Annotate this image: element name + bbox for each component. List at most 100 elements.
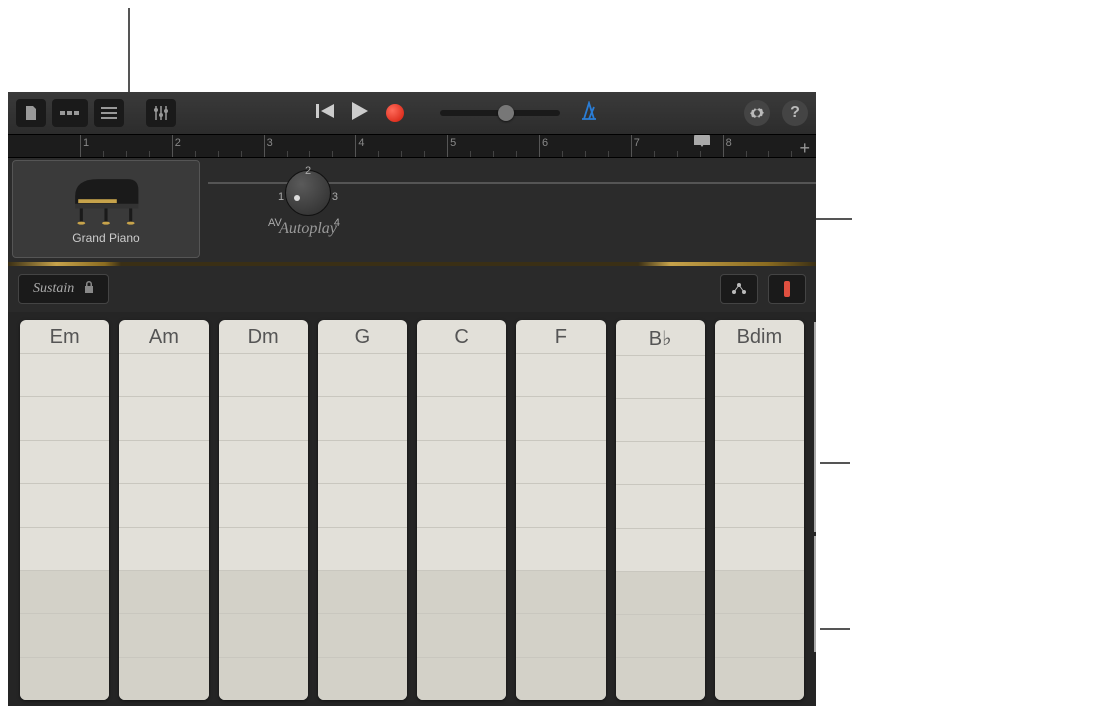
metronome-button[interactable] [580,101,598,126]
chord-segment-lower[interactable] [715,571,804,614]
chord-segment-lower[interactable] [318,658,407,700]
playhead[interactable] [694,135,710,147]
chord-segment-lower[interactable] [516,614,605,657]
keyboard-control-strip: Sustain [8,266,816,312]
chord-segment-lower[interactable] [715,658,804,700]
volume-thumb[interactable] [498,105,514,121]
chord-segment-upper[interactable] [715,528,804,571]
ruler-tick [562,151,563,157]
chord-segment-upper[interactable] [616,356,705,399]
chord-segment-upper[interactable] [119,484,208,527]
tracks-view-button[interactable] [52,99,88,127]
chord-segment-upper[interactable] [318,484,407,527]
chord-segment-upper[interactable] [219,354,308,397]
chord-segment-lower[interactable] [318,614,407,657]
chord-segment-upper[interactable] [616,399,705,442]
mixer-button[interactable] [146,99,176,127]
chord-segment-upper[interactable] [318,354,407,397]
sliders-icon [153,105,169,121]
record-button[interactable] [386,104,404,122]
chord-segment-upper[interactable] [20,484,109,527]
chord-segment-upper[interactable] [417,484,506,527]
chord-segment-upper[interactable] [715,354,804,397]
autoplay-knob[interactable]: AV 1 2 3 4 [285,170,331,216]
chord-segment-upper[interactable] [516,441,605,484]
chord-segment-lower[interactable] [119,614,208,657]
chord-segment-upper[interactable] [119,397,208,440]
chord-segment-lower[interactable] [119,571,208,614]
chord-segment-upper[interactable] [417,528,506,571]
chord-segment-lower[interactable] [219,658,308,700]
bar-line [264,135,265,157]
chord-segment-lower[interactable] [219,614,308,657]
arpeggiator-button[interactable] [720,274,758,304]
chord-strip[interactable]: F [516,320,605,700]
bar-number: 7 [634,137,640,149]
chord-segment-upper[interactable] [20,441,109,484]
chord-segment-lower[interactable] [616,615,705,658]
chord-segment-upper[interactable] [219,397,308,440]
rewind-button[interactable] [316,103,334,124]
chord-segment-upper[interactable] [516,528,605,571]
chord-segment-upper[interactable] [20,397,109,440]
chord-segment-upper[interactable] [616,529,705,572]
chord-segment-lower[interactable] [516,658,605,700]
sustain-button[interactable]: Sustain [18,274,109,304]
chord-segment-lower[interactable] [318,571,407,614]
chord-segment-upper[interactable] [516,354,605,397]
chord-segment-upper[interactable] [318,441,407,484]
chord-segment-upper[interactable] [119,528,208,571]
chord-segment-upper[interactable] [616,442,705,485]
chord-segment-upper[interactable] [516,397,605,440]
chord-segment-upper[interactable] [417,397,506,440]
chord-segment-lower[interactable] [20,614,109,657]
chord-segment-lower[interactable] [417,614,506,657]
chord-segment-upper[interactable] [318,397,407,440]
chord-segment-lower[interactable] [616,572,705,615]
chord-segment-lower[interactable] [417,571,506,614]
chord-segment-lower[interactable] [219,571,308,614]
chord-strip[interactable]: G [318,320,407,700]
chord-strip[interactable]: Em [20,320,109,700]
chord-segment-upper[interactable] [119,354,208,397]
chord-segment-upper[interactable] [219,441,308,484]
chord-strip[interactable]: C [417,320,506,700]
chord-segment-lower[interactable] [417,658,506,700]
ruler-tick [309,151,310,157]
gear-icon [749,105,765,121]
chord-segment-upper[interactable] [417,441,506,484]
instrument-tile[interactable]: Grand Piano [12,160,200,258]
settings-button[interactable] [744,100,770,126]
chord-segment-upper[interactable] [20,354,109,397]
chord-segment-upper[interactable] [715,397,804,440]
chord-segment-lower[interactable] [119,658,208,700]
chord-strip[interactable]: Dm [219,320,308,700]
chord-segment-upper[interactable] [516,484,605,527]
chord-segment-lower[interactable] [516,571,605,614]
chord-segment-upper[interactable] [119,441,208,484]
timeline-ruler[interactable]: 12345678 + [8,134,816,158]
chord-segment-lower[interactable] [20,571,109,614]
chord-segment-lower[interactable] [20,658,109,700]
chord-segment-upper[interactable] [715,484,804,527]
master-volume-slider[interactable] [440,110,560,116]
chord-strip[interactable]: Am [119,320,208,700]
play-button[interactable] [352,102,368,125]
chord-segment-lower[interactable] [616,658,705,700]
chord-segment-upper[interactable] [616,485,705,528]
chord-segment-upper[interactable] [20,528,109,571]
chord-segment-upper[interactable] [715,441,804,484]
chord-segment-upper[interactable] [219,528,308,571]
glissando-button[interactable] [768,274,806,304]
chord-segment-upper[interactable] [417,354,506,397]
help-button[interactable]: ? [782,100,808,126]
chord-label: F [516,320,605,354]
browser-button[interactable] [16,99,46,127]
chord-segment-lower[interactable] [715,614,804,657]
list-view-button[interactable] [94,99,124,127]
chord-segment-upper[interactable] [318,528,407,571]
add-track-button[interactable]: + [799,138,810,159]
chord-segment-upper[interactable] [219,484,308,527]
chord-strip[interactable]: B♭ [616,320,705,700]
chord-strip[interactable]: Bdim [715,320,804,700]
